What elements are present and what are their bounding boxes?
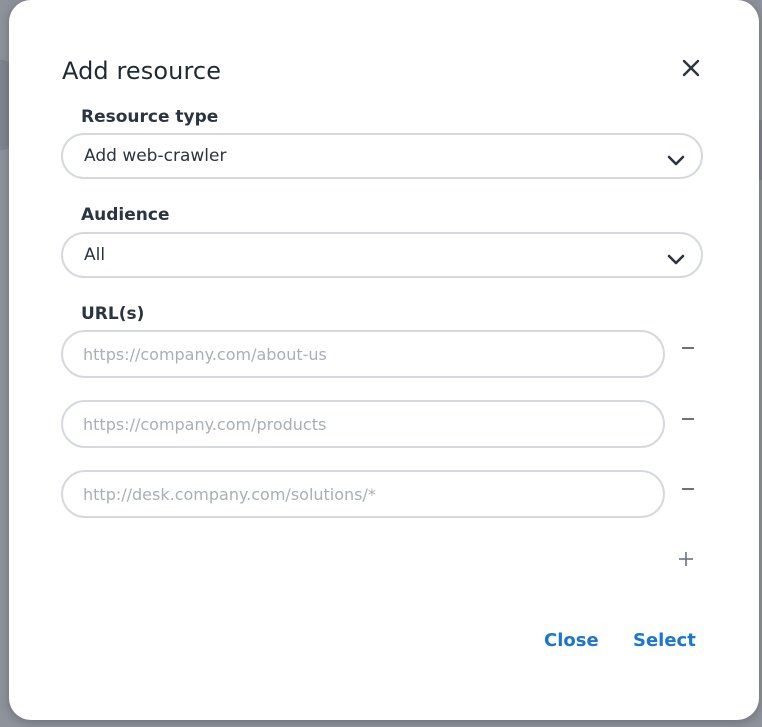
add-resource-dialog: Add resource Resource type Add web-crawl… xyxy=(9,0,759,720)
url-input-3[interactable] xyxy=(61,470,665,518)
dialog-title: Add resource xyxy=(62,57,222,85)
resource-type-select[interactable]: Add web-crawler xyxy=(61,133,703,179)
add-url-icon[interactable] xyxy=(677,550,695,568)
select-button[interactable]: Select xyxy=(633,630,696,651)
resource-type-label: Resource type xyxy=(81,107,219,127)
minus-icon[interactable] xyxy=(680,411,696,427)
chevron-down-icon xyxy=(667,151,685,166)
resource-type-value: Add web-crawler xyxy=(84,146,227,166)
audience-label: Audience xyxy=(81,205,170,225)
audience-select[interactable]: All xyxy=(61,232,703,278)
minus-icon[interactable] xyxy=(680,340,696,356)
url-input-2[interactable] xyxy=(61,400,665,448)
minus-icon[interactable] xyxy=(680,481,696,497)
chevron-down-icon xyxy=(667,250,685,265)
close-button[interactable]: Close xyxy=(544,630,599,651)
urls-label: URL(s) xyxy=(81,304,145,324)
audience-value: All xyxy=(84,245,106,265)
url-input-1[interactable] xyxy=(61,330,665,378)
close-icon[interactable] xyxy=(680,57,702,79)
